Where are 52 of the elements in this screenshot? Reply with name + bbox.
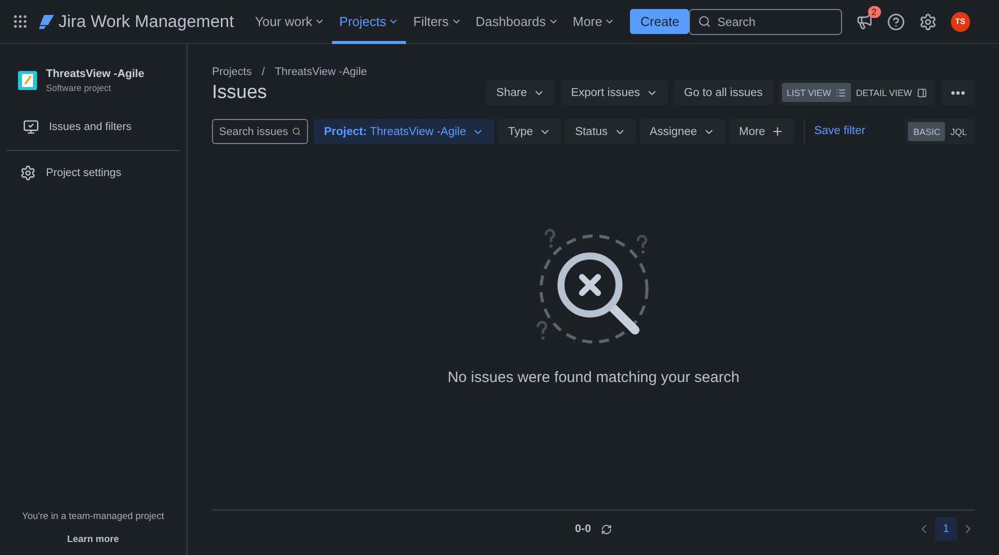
panel-icon xyxy=(917,88,927,98)
save-filter-link[interactable]: Save filter xyxy=(804,119,866,144)
sidebar-item[interactable]: Issues and filters xyxy=(6,109,180,145)
monitor-icon xyxy=(23,119,39,135)
breadcrumb-link[interactable]: ThreatsView -Agile xyxy=(274,66,367,78)
breadcrumb-separator: / xyxy=(262,66,265,78)
view-tab[interactable]: DETAIL VIEW xyxy=(850,83,932,102)
project-icon xyxy=(18,71,37,90)
settings-icon xyxy=(20,165,36,181)
filter-dropdown[interactable]: Type xyxy=(498,119,562,144)
filter-dropdown[interactable]: Status xyxy=(565,119,636,144)
result-range: 0-0 xyxy=(575,523,591,535)
more-actions-button[interactable] xyxy=(941,80,975,105)
action-button[interactable]: Share xyxy=(486,80,555,105)
user-avatar[interactable]: TS xyxy=(950,12,970,32)
search-mode-tab[interactable]: BASIC xyxy=(908,122,946,141)
more-filters-button[interactable]: More xyxy=(728,119,794,144)
sidebar-item[interactable]: Project settings xyxy=(6,155,180,191)
nav-item[interactable]: Your work xyxy=(248,0,332,44)
filter-dropdown[interactable]: Assignee xyxy=(640,119,725,144)
page-button[interactable]: 1 xyxy=(935,517,957,541)
create-button[interactable]: Create xyxy=(630,9,690,34)
view-tab[interactable]: LIST VIEW xyxy=(782,83,851,102)
notification-icon[interactable] xyxy=(856,13,873,30)
page-title: Issues xyxy=(212,82,267,104)
filter-dropdown[interactable]: Project: ThreatsView -Agile xyxy=(314,119,494,144)
action-button[interactable]: Go to all issues xyxy=(674,80,773,105)
notification-count: 2 xyxy=(868,6,881,18)
project-name: ThreatsView -Agile xyxy=(46,68,144,80)
app-switcher-icon[interactable] xyxy=(12,13,29,30)
nav-item[interactable]: Dashboards xyxy=(468,0,566,44)
settings-icon[interactable] xyxy=(918,12,937,30)
search-icon xyxy=(292,126,301,137)
action-button[interactable]: Export issues xyxy=(560,80,668,105)
empty-message: No issues were found matching your search xyxy=(448,369,740,386)
plus-icon xyxy=(771,125,784,138)
search-icon xyxy=(698,15,712,28)
help-icon[interactable] xyxy=(886,12,905,30)
nav-item[interactable]: More xyxy=(566,0,622,44)
refresh-icon[interactable] xyxy=(600,524,612,534)
product-logo[interactable]: Jira Work Management xyxy=(38,12,234,32)
breadcrumb-link[interactable]: Projects xyxy=(212,66,252,78)
team-managed-note: You're in a team-managed project xyxy=(22,511,164,522)
logo-icon xyxy=(38,14,55,28)
more-icon xyxy=(951,90,965,94)
project-type: Software project xyxy=(46,83,112,93)
learn-more-link[interactable]: Learn more xyxy=(67,534,119,545)
search-field[interactable]: Search xyxy=(689,8,842,34)
nav-item[interactable]: Filters xyxy=(406,0,469,44)
nav-item[interactable]: Projects xyxy=(332,0,406,44)
search-mode-tab[interactable]: JQL xyxy=(945,122,972,141)
search-issues-field[interactable]: Search issues xyxy=(212,119,308,144)
